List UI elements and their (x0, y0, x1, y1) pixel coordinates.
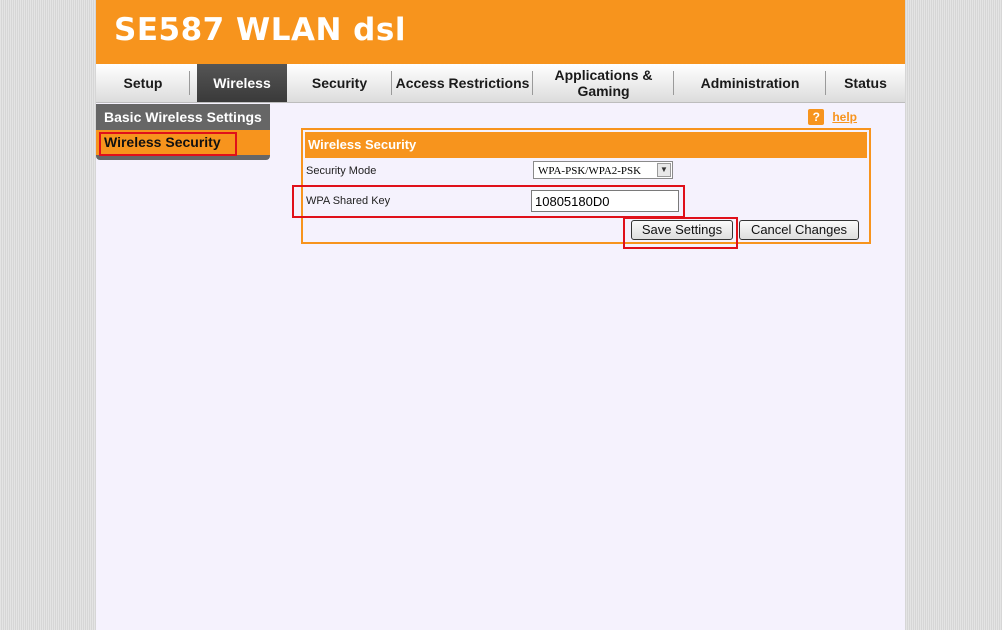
app-header: SE587 WLAN dsl (96, 0, 905, 64)
help-link[interactable]: help (832, 110, 857, 124)
help-icon[interactable]: ? (808, 109, 825, 125)
chevron-down-icon: ▼ (657, 163, 671, 177)
tab-status[interactable]: Status (826, 64, 905, 102)
help-area: ? help (808, 109, 857, 125)
app-title: SE587 WLAN dsl (114, 12, 406, 48)
security-mode-label: Security Mode (306, 165, 377, 177)
tab-administration[interactable]: Administration (674, 64, 826, 102)
panel-title: Wireless Security (305, 132, 867, 158)
sidebar-bottom-edge (96, 155, 270, 160)
wpa-shared-key-label: WPA Shared Key (306, 195, 391, 207)
security-mode-value: WPA-PSK/WPA2-PSK (538, 165, 642, 177)
content-area: ? help Wireless Security Security Mode W… (270, 103, 905, 630)
tab-access-restrictions[interactable]: Access Restrictions (392, 64, 533, 102)
cancel-changes-button[interactable]: Cancel Changes (739, 220, 859, 240)
wireless-security-panel: Wireless Security Security Mode WPA-PSK/… (301, 128, 871, 244)
tab-security[interactable]: Security (287, 64, 392, 102)
wpa-shared-key-input[interactable] (531, 190, 679, 212)
security-mode-select[interactable]: WPA-PSK/WPA2-PSK ▼ (533, 161, 673, 179)
tab-applications-gaming[interactable]: Applications & Gaming (533, 64, 674, 102)
sidebar-item-basic-wireless-settings[interactable]: Basic Wireless Settings (96, 104, 270, 130)
sidebar: Basic Wireless Settings Wireless Securit… (96, 104, 270, 164)
tab-setup[interactable]: Setup (96, 64, 190, 102)
router-frame: SE587 WLAN dsl Setup Wireless Security A… (96, 0, 905, 630)
save-settings-button[interactable]: Save Settings (631, 220, 733, 240)
tab-wireless[interactable]: Wireless (197, 64, 287, 102)
sidebar-item-wireless-security[interactable]: Wireless Security (96, 130, 270, 155)
main-nav: Setup Wireless Security Access Restricti… (96, 64, 905, 103)
